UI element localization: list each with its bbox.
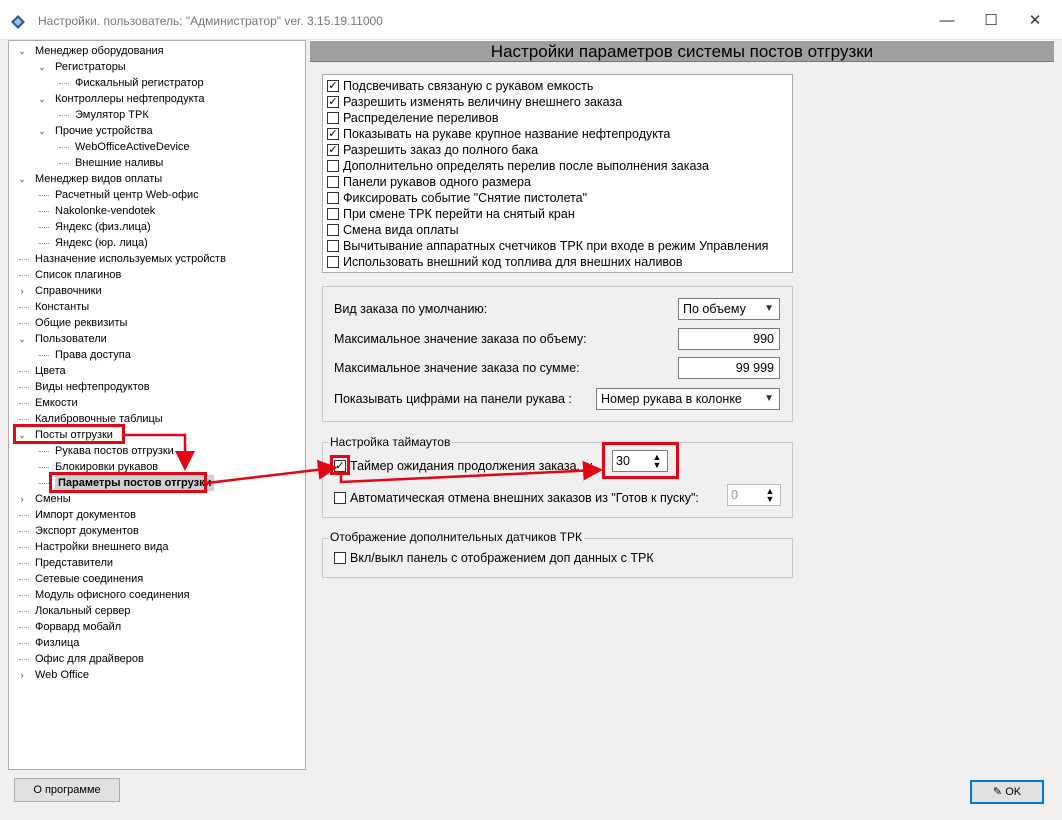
ok-button[interactable]: ✎ OK [970, 780, 1044, 804]
arrow-spinner [339, 460, 603, 484]
arrow-checkbox [206, 459, 338, 485]
arrow-tree [125, 433, 195, 471]
ok-label: OK [1005, 786, 1022, 798]
bottom-bar [0, 770, 1062, 820]
about-button[interactable]: О программе [14, 778, 120, 802]
annotation-arrows [125, 433, 603, 485]
ok-icon: ✎ [992, 786, 1003, 798]
